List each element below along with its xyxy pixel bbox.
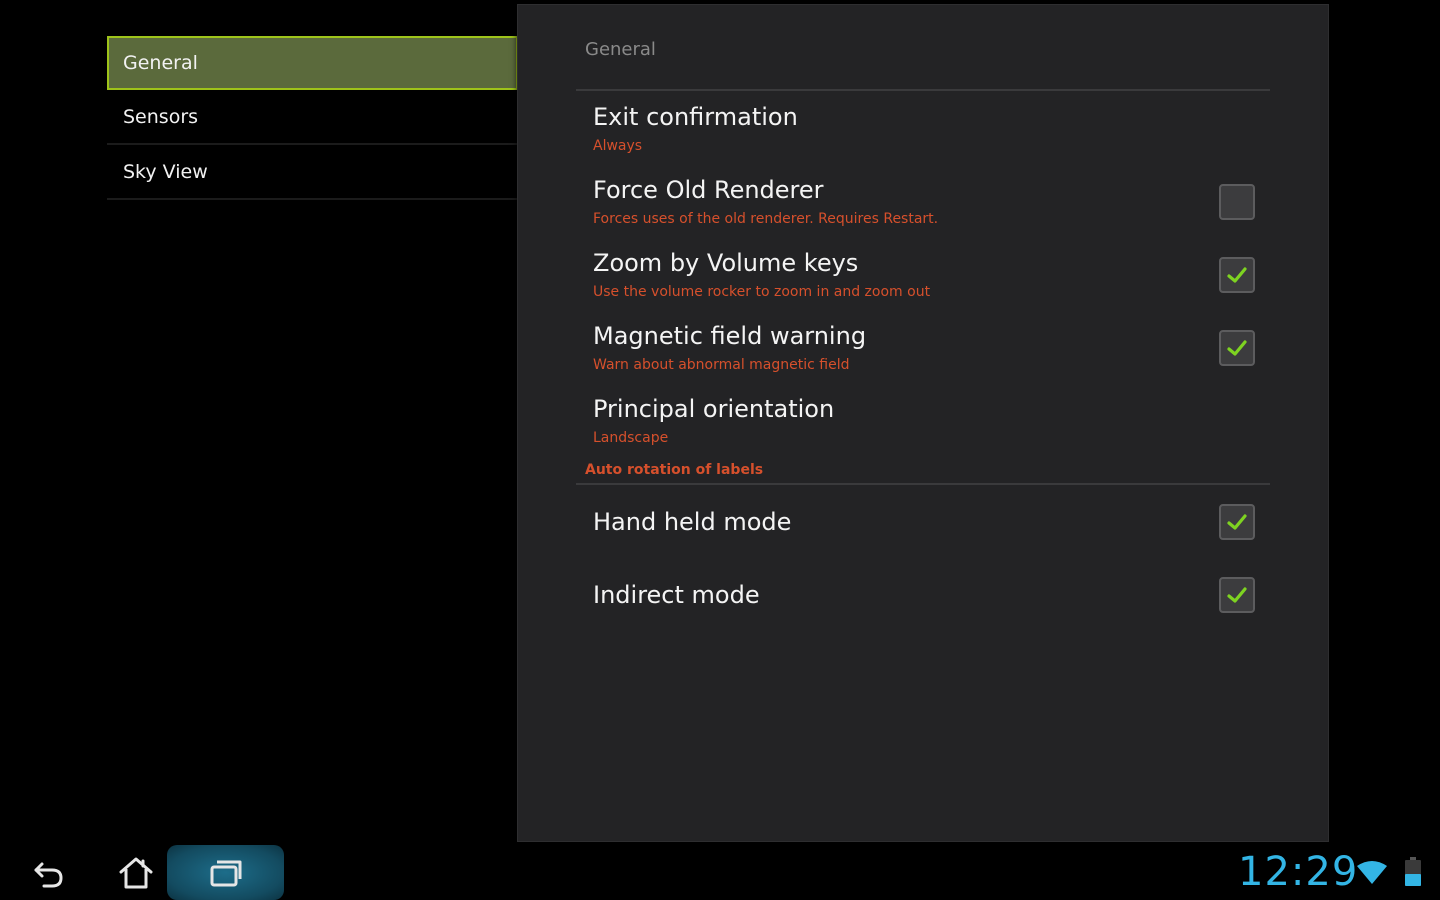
pref-summary: Landscape — [593, 430, 669, 446]
pref-title: Exit confirmation — [593, 103, 798, 131]
recents-icon — [210, 860, 241, 886]
indirect-mode-checkbox[interactable] — [1219, 577, 1255, 613]
pref-summary: Forces uses of the old renderer. Require… — [593, 211, 939, 227]
battery-icon — [1405, 857, 1421, 886]
magnetic-field-warning-checkbox[interactable] — [1219, 330, 1255, 366]
category-auto-rotation-label: Auto rotation of labels — [585, 462, 764, 478]
zoom-volume-keys-checkbox[interactable] — [1219, 257, 1255, 293]
hand-held-mode-checkbox[interactable] — [1219, 504, 1255, 540]
back-button[interactable] — [20, 845, 76, 900]
header-sky-view-label: Sky View — [123, 160, 208, 183]
pref-magnetic-field-warning[interactable]: Magnetic field warning Warn about abnorm… — [593, 322, 1273, 388]
pref-title: Principal orientation — [593, 395, 835, 423]
header-sky-view[interactable]: Sky View — [107, 145, 518, 200]
home-icon — [119, 857, 153, 888]
title-divider — [576, 89, 1270, 91]
pref-principal-orientation[interactable]: Principal orientation Landscape — [593, 395, 1273, 461]
category-divider — [576, 483, 1270, 485]
header-general[interactable]: General — [107, 36, 518, 90]
pref-summary: Always — [593, 138, 643, 154]
pref-indirect-mode[interactable]: Indirect mode — [593, 577, 1273, 647]
panel-title: General — [585, 39, 656, 60]
checkmark-icon — [1227, 514, 1247, 530]
pref-title: Force Old Renderer — [593, 176, 824, 204]
pref-title: Zoom by Volume keys — [593, 249, 859, 277]
pref-hand-held-mode[interactable]: Hand held mode — [593, 504, 1273, 574]
system-bar: 12:29 — [0, 845, 1440, 900]
pref-summary: Warn about abnormal magnetic field — [593, 357, 850, 373]
pref-exit-confirmation[interactable]: Exit confirmation Always — [593, 103, 1273, 169]
clock: 12:29 — [1238, 849, 1359, 895]
pref-zoom-volume-keys[interactable]: Zoom by Volume keys Use the volume rocke… — [593, 249, 1273, 315]
header-general-label: General — [123, 52, 198, 74]
pref-summary: Use the volume rocker to zoom in and zoo… — [593, 284, 931, 300]
pref-force-old-renderer[interactable]: Force Old Renderer Forces uses of the ol… — [593, 176, 1273, 242]
pref-title: Magnetic field warning — [593, 322, 867, 350]
preferences-panel: General Exit confirmation Always Force O… — [517, 4, 1329, 842]
force-old-renderer-checkbox[interactable] — [1219, 184, 1255, 220]
checkmark-icon — [1227, 340, 1247, 356]
back-icon — [34, 862, 63, 887]
wifi-icon — [1357, 861, 1387, 884]
checkmark-icon — [1227, 267, 1247, 283]
preference-headers: General Sensors Sky View — [107, 36, 518, 200]
header-sensors-label: Sensors — [123, 105, 199, 128]
pref-title: Hand held mode — [593, 508, 792, 536]
home-button[interactable] — [108, 845, 164, 900]
pref-title: Indirect mode — [593, 581, 760, 609]
recents-button[interactable] — [167, 845, 284, 900]
checkmark-icon — [1227, 587, 1247, 603]
header-sensors[interactable]: Sensors — [107, 90, 518, 145]
